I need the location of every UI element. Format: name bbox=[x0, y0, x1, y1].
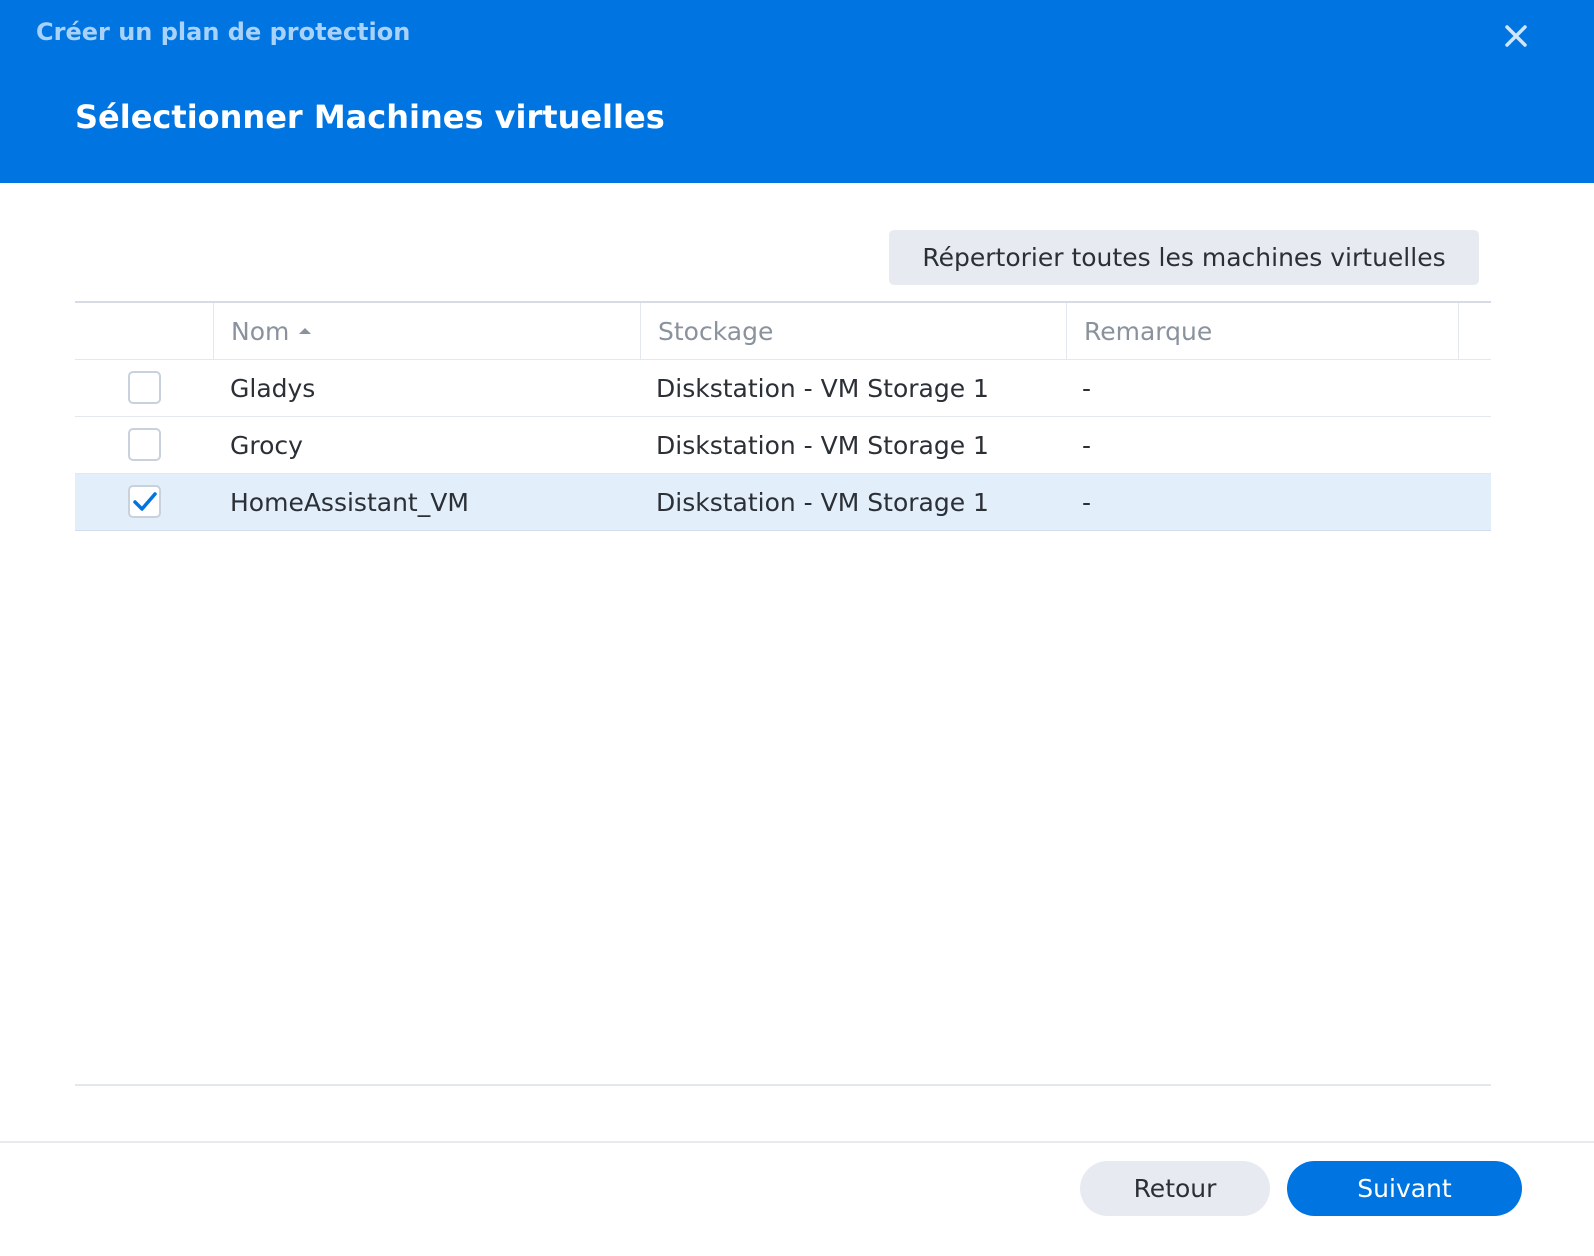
vm-storage: Diskstation - VM Storage 1 bbox=[656, 373, 989, 403]
column-header-label: Nom bbox=[231, 316, 290, 346]
vm-table: Nom Stockage Remarque Gladys Diskstation… bbox=[75, 301, 1491, 1086]
vm-remark: - bbox=[1082, 430, 1092, 460]
vm-name: Gladys bbox=[230, 373, 316, 403]
table-row[interactable]: HomeAssistant_VM Diskstation - VM Storag… bbox=[75, 474, 1491, 531]
back-button[interactable]: Retour bbox=[1080, 1161, 1270, 1216]
column-header-label: Remarque bbox=[1084, 316, 1213, 346]
list-all-vms-button[interactable]: Répertorier toutes les machines virtuell… bbox=[889, 230, 1479, 285]
window-title: Créer un plan de protection bbox=[36, 18, 411, 46]
row-checkbox[interactable] bbox=[128, 371, 161, 404]
close-button[interactable] bbox=[1495, 15, 1537, 57]
vm-storage: Diskstation - VM Storage 1 bbox=[656, 430, 989, 460]
column-header-storage[interactable]: Stockage bbox=[640, 303, 1066, 359]
column-header-name[interactable]: Nom bbox=[213, 303, 640, 359]
vm-remark: - bbox=[1082, 373, 1092, 403]
column-header-label: Stockage bbox=[658, 316, 774, 346]
table-row[interactable]: Gladys Diskstation - VM Storage 1 - bbox=[75, 360, 1491, 417]
column-header-remark[interactable]: Remarque bbox=[1066, 303, 1459, 359]
close-icon bbox=[1495, 15, 1537, 57]
checkmark-icon bbox=[133, 492, 157, 511]
vm-name: Grocy bbox=[230, 430, 303, 460]
sort-ascending-icon bbox=[299, 328, 312, 334]
vm-remark: - bbox=[1082, 487, 1092, 517]
row-checkbox[interactable] bbox=[128, 428, 161, 461]
table-row[interactable]: Grocy Diskstation - VM Storage 1 - bbox=[75, 417, 1491, 474]
vm-name: HomeAssistant_VM bbox=[230, 487, 469, 517]
dialog-header: Créer un plan de protection Sélectionner… bbox=[0, 0, 1594, 183]
next-button[interactable]: Suivant bbox=[1287, 1161, 1522, 1216]
table-header: Nom Stockage Remarque bbox=[75, 303, 1491, 360]
step-title: Sélectionner Machines virtuelles bbox=[75, 98, 665, 136]
row-checkbox[interactable] bbox=[128, 485, 161, 518]
vm-storage: Diskstation - VM Storage 1 bbox=[656, 487, 989, 517]
footer-divider bbox=[0, 1141, 1594, 1143]
